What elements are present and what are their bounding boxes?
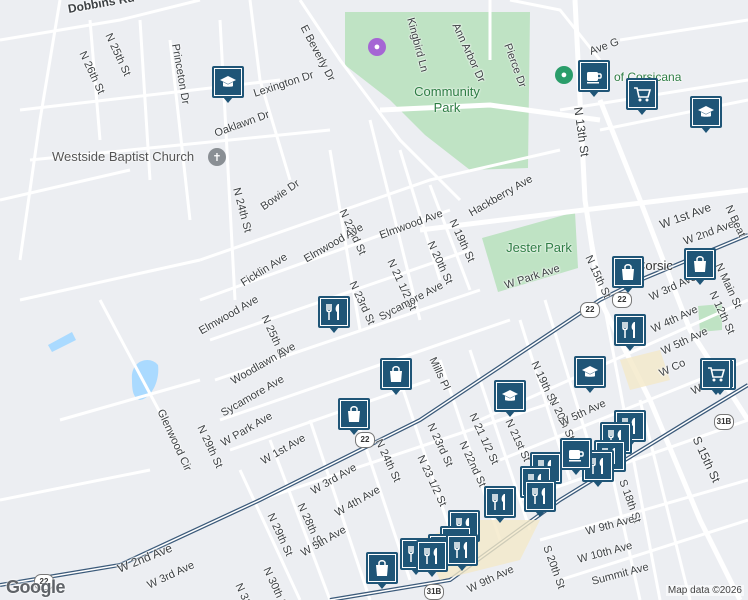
- shopping-bag-icon: [369, 555, 395, 581]
- church-label: Westside Baptist Church: [52, 149, 195, 164]
- restaurant-marker[interactable]: [524, 480, 556, 517]
- highway-shield: 22: [580, 302, 600, 318]
- coffee-marker[interactable]: [578, 60, 610, 97]
- shopping-bag-marker[interactable]: [366, 552, 398, 589]
- school-icon: [497, 383, 523, 409]
- coffee-icon: [563, 441, 589, 467]
- coffee-icon: [581, 63, 607, 89]
- highway-shield: 31B: [424, 584, 444, 600]
- shopping-bag-icon: [687, 251, 713, 277]
- shopping-bag-icon: [615, 259, 641, 285]
- school-marker[interactable]: [212, 66, 244, 103]
- restaurant-marker[interactable]: [318, 296, 350, 333]
- restaurant-icon: [487, 489, 513, 515]
- coffee-marker[interactable]: [560, 438, 592, 475]
- google-logo: Google: [6, 577, 66, 597]
- restaurant-icon: [449, 537, 475, 563]
- restaurant-marker[interactable]: [446, 534, 478, 571]
- pond-small: [48, 332, 76, 352]
- shopping-bag-marker[interactable]: [380, 358, 412, 395]
- school-marker[interactable]: [494, 380, 526, 417]
- school-marker[interactable]: [690, 96, 722, 133]
- school-icon: [215, 69, 241, 95]
- restaurant-icon: [527, 483, 553, 509]
- restaurant-icon: [419, 543, 445, 569]
- cart-icon: [703, 361, 729, 387]
- map-canvas[interactable]: Community Park Jester Park Westside Bapt…: [0, 0, 748, 600]
- shopping-bag-icon: [341, 401, 367, 427]
- cart-icon: [629, 81, 655, 107]
- jester-park-label: Jester Park: [506, 240, 572, 255]
- community-park-label: Community Park: [414, 84, 480, 115]
- school-icon: [693, 99, 719, 125]
- highway-shield: 22: [612, 292, 632, 308]
- restaurant-marker[interactable]: [416, 540, 448, 577]
- restaurant-icon: [321, 299, 347, 325]
- highway-shield: 31B: [714, 414, 734, 430]
- shopping-bag-marker[interactable]: [684, 248, 716, 285]
- school-marker[interactable]: [574, 356, 606, 393]
- cart-marker[interactable]: [626, 78, 658, 115]
- park-poi-icon[interactable]: ●: [555, 66, 573, 84]
- shopping-bag-marker[interactable]: [612, 256, 644, 293]
- cart-marker[interactable]: [700, 358, 732, 395]
- church-icon[interactable]: ✝: [208, 148, 226, 166]
- restaurant-icon: [617, 317, 643, 343]
- map-attribution[interactable]: Map data ©2026: [665, 585, 744, 596]
- shopping-bag-icon: [383, 361, 409, 387]
- shopping-bag-marker[interactable]: [338, 398, 370, 435]
- attraction-icon[interactable]: ●: [368, 38, 386, 56]
- restaurant-marker[interactable]: [614, 314, 646, 351]
- school-icon: [577, 359, 603, 385]
- restaurant-marker[interactable]: [484, 486, 516, 523]
